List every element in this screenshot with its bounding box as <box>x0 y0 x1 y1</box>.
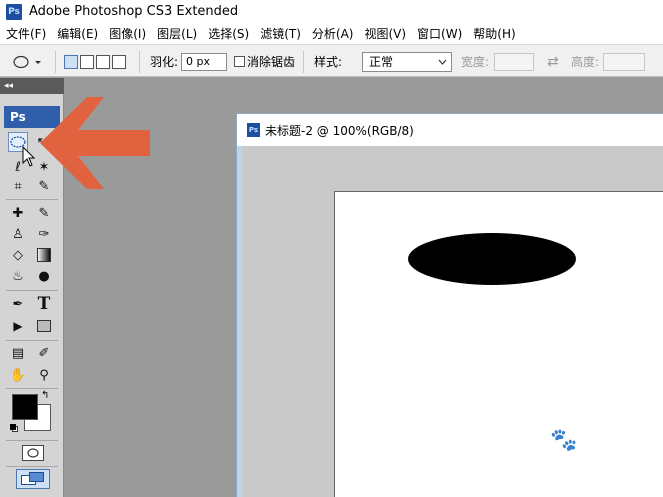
gradient-tool[interactable] <box>34 245 54 265</box>
menu-analysis[interactable]: 分析(A) <box>312 25 354 42</box>
type-tool[interactable]: T <box>34 294 54 314</box>
eyedropper-tool-icon: ✐ <box>38 345 50 361</box>
rectangle-tool-icon <box>37 320 51 332</box>
quick-mask-button[interactable] <box>22 445 44 461</box>
eraser-tool[interactable]: ◇ <box>8 245 28 265</box>
eyedropper-tool[interactable]: ✐ <box>34 343 54 363</box>
gradient-tool-icon <box>37 248 51 262</box>
crop-tool[interactable]: ⌗ <box>8 176 28 196</box>
screen-mode-icon <box>21 472 44 485</box>
antialias-toggle[interactable]: 消除锯齿 <box>234 45 295 78</box>
style-label: 样式: <box>314 55 343 69</box>
notes-tool-icon: ▤ <box>11 345 25 361</box>
zoom-tool-icon: ⚲ <box>39 367 49 383</box>
watermark: Bai🐾经验 jingyan.baidu.com <box>508 422 625 467</box>
document-title-bar[interactable]: Ps 未标题-2 @ 100%(RGB/8) <box>237 114 663 146</box>
swap-dimensions-icon[interactable]: ⇄ <box>547 45 559 78</box>
blur-tool[interactable]: ♨ <box>8 266 28 286</box>
type-tool-icon: T <box>37 294 51 314</box>
title-bar: Ps Adobe Photoshop CS3 Extended <box>0 0 663 23</box>
style-select[interactable]: 正常 <box>362 51 452 72</box>
foreground-color-swatch[interactable] <box>12 394 38 420</box>
add-to-selection-icon[interactable] <box>80 54 94 69</box>
lasso-tool-icon: ℓ <box>15 159 21 175</box>
healing-brush-tool-icon: ✚ <box>12 205 24 221</box>
history-brush-tool[interactable]: ✑ <box>34 224 54 244</box>
dodge-tool-icon: ● <box>38 268 50 284</box>
feather-input[interactable]: 0 px <box>181 52 227 71</box>
menu-image[interactable]: 图像(I) <box>109 25 146 42</box>
menu-file[interactable]: 文件(F) <box>6 25 46 42</box>
style-select-value: 正常 <box>369 55 394 69</box>
quick-mask-icon <box>27 448 39 458</box>
menu-bar: 文件(F) 编辑(E) 图像(I) 图层(L) 选择(S) 滤镜(T) 分析(A… <box>0 23 663 44</box>
zoom-tool[interactable]: ⚲ <box>34 365 54 385</box>
rectangle-tool[interactable] <box>34 316 54 336</box>
pen-tool[interactable]: ✒ <box>8 294 28 314</box>
path-selection-tool-icon: ▶ <box>13 319 23 333</box>
menu-layer[interactable]: 图层(L) <box>157 25 197 42</box>
hand-tool[interactable]: ✋ <box>8 365 28 385</box>
notes-tool[interactable]: ▤ <box>8 343 28 363</box>
menu-window[interactable]: 窗口(W) <box>417 25 462 42</box>
intersect-selection-icon[interactable] <box>112 54 126 69</box>
clone-stamp-tool-icon: ♙ <box>12 226 24 242</box>
default-colors-icon[interactable] <box>10 424 19 433</box>
height-label: 高度: <box>571 55 600 69</box>
crop-tool-icon: ⌗ <box>14 178 22 194</box>
brush-tool-icon: ✎ <box>38 205 50 221</box>
ellipse-preset-icon <box>13 55 41 68</box>
hand-tool-icon: ✋ <box>9 367 27 383</box>
brush-tool[interactable]: ✎ <box>34 203 54 223</box>
eraser-tool-icon: ◇ <box>13 247 23 263</box>
menu-edit[interactable]: 编辑(E) <box>57 25 98 42</box>
antialias-checkbox[interactable] <box>234 56 245 67</box>
history-brush-tool-icon: ✑ <box>38 226 50 242</box>
mouse-cursor-icon <box>22 146 36 167</box>
tool-preset-picker[interactable] <box>12 45 42 78</box>
healing-brush-tool[interactable]: ✚ <box>8 203 28 223</box>
blur-tool-icon: ♨ <box>12 268 24 284</box>
arrow-shape <box>40 97 150 189</box>
feather-label: 羽化: <box>150 55 179 69</box>
screen-mode-button[interactable] <box>16 469 50 489</box>
app-title: Adobe Photoshop CS3 Extended <box>29 4 239 19</box>
swap-colors-icon[interactable]: ↰ <box>41 390 49 401</box>
photoshop-logo-icon: Ps <box>6 3 22 20</box>
options-bar: 羽化: 0 px 消除锯齿 样式: 正常 宽度: ⇄ 高度: <box>0 44 663 77</box>
dodge-tool[interactable]: ● <box>34 266 54 286</box>
clone-stamp-tool[interactable]: ♙ <box>8 224 28 244</box>
selection-mode-group <box>64 45 128 78</box>
annotation-arrow <box>40 97 150 189</box>
black-ellipse-shape <box>408 233 576 285</box>
chevron-down-icon <box>438 59 447 65</box>
menu-filter[interactable]: 滤镜(T) <box>260 25 301 42</box>
subtract-from-selection-icon[interactable] <box>96 54 110 69</box>
new-selection-icon[interactable] <box>64 54 78 69</box>
document-title: 未标题-2 @ 100%(RGB/8) <box>265 123 414 138</box>
antialias-label: 消除锯齿 <box>247 55 296 69</box>
menu-select[interactable]: 选择(S) <box>208 25 249 42</box>
width-input[interactable] <box>494 52 534 71</box>
width-label: 宽度: <box>461 55 490 69</box>
pen-tool-icon: ✒ <box>12 296 24 312</box>
watermark-logo: Bai🐾经验 <box>508 428 625 453</box>
menu-help[interactable]: 帮助(H) <box>473 25 515 42</box>
document-ps-icon: Ps <box>247 123 260 137</box>
menu-view[interactable]: 视图(V) <box>364 25 406 42</box>
watermark-url: jingyan.baidu.com <box>515 454 618 467</box>
height-input[interactable] <box>603 52 645 71</box>
path-selection-tool[interactable]: ▶ <box>8 316 28 336</box>
toolbox-collapse-button[interactable]: ◂◂ <box>0 78 64 94</box>
